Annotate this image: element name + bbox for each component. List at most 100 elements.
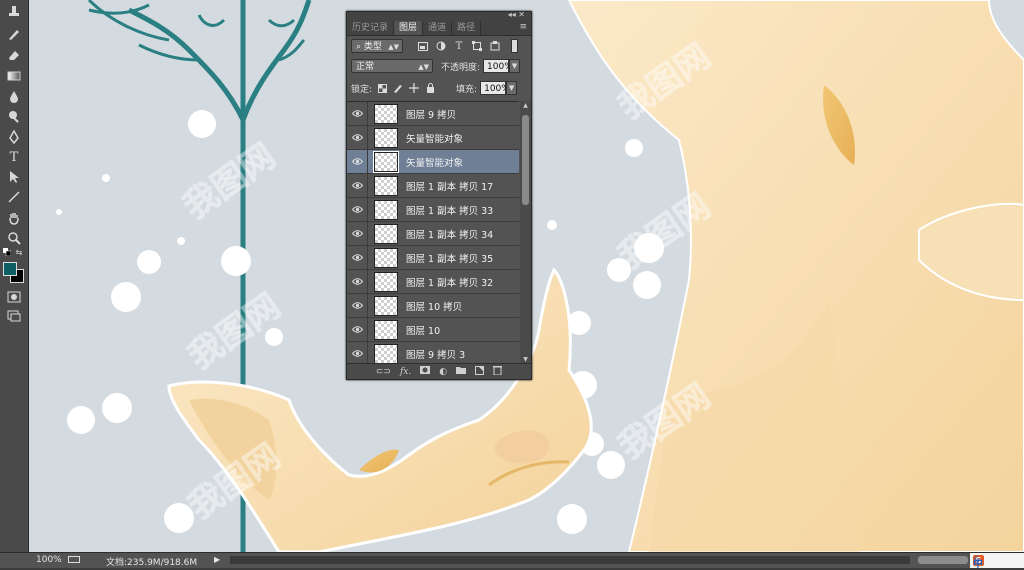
tab-paths[interactable]: 路径	[452, 21, 482, 35]
lock-transparency-icon[interactable]	[376, 82, 388, 94]
adjustment-filter-icon[interactable]	[435, 40, 447, 52]
visibility-eye-icon[interactable]	[347, 198, 368, 221]
layer-name[interactable]: 图层 10	[406, 323, 440, 337]
layer-thumbnail[interactable]	[374, 199, 398, 220]
visibility-eye-icon[interactable]	[347, 126, 368, 149]
trash-icon[interactable]	[493, 365, 503, 378]
fill-dropdown-button[interactable]: ▼	[506, 81, 518, 95]
gradient-icon[interactable]	[4, 67, 24, 85]
layer-row[interactable]: 图层 10 拷贝	[347, 294, 519, 318]
visibility-eye-icon[interactable]	[347, 246, 368, 269]
layer-row[interactable]: 图层 1 副本 拷贝 32	[347, 270, 519, 294]
stamp-tool-icon[interactable]	[4, 2, 24, 20]
hand-icon[interactable]	[4, 209, 24, 227]
tab-layers[interactable]: 图层	[394, 21, 424, 35]
visibility-eye-icon[interactable]	[347, 150, 368, 173]
layer-thumbnail[interactable]	[374, 295, 398, 316]
layer-name[interactable]: 图层 9 拷贝	[406, 107, 456, 121]
link-layers-icon[interactable]: ⊂⊃	[376, 367, 391, 377]
zoom-icon[interactable]	[4, 229, 24, 247]
layer-name[interactable]: 图层 1 副本 拷贝 35	[406, 251, 493, 265]
tab-channels[interactable]: 通道	[423, 21, 453, 35]
add-mask-icon[interactable]	[420, 366, 431, 377]
visibility-eye-icon[interactable]	[347, 174, 368, 197]
quick-mask-icon[interactable]	[4, 288, 24, 306]
layer-thumbnail[interactable]	[374, 223, 398, 244]
layer-thumbnail[interactable]	[374, 127, 398, 148]
blend-mode-select[interactable]: 正常 ▲▼	[351, 59, 433, 73]
opacity-dropdown-button[interactable]: ▼	[509, 59, 521, 73]
lock-all-icon[interactable]	[424, 82, 436, 94]
layer-thumbnail[interactable]	[374, 343, 398, 364]
layer-name[interactable]: 矢量智能对象	[406, 155, 463, 169]
type-icon[interactable]: T	[4, 148, 24, 166]
status-menu-arrow-icon[interactable]: ▶	[214, 555, 220, 564]
layer-row[interactable]: 图层 9 拷贝	[347, 102, 519, 126]
ime-indicator[interactable]: S 中 ☾	[970, 553, 1024, 570]
tab-history[interactable]: 历史记录	[347, 21, 395, 35]
type-filter-icon[interactable]: T	[453, 40, 465, 52]
screen-mode-icon[interactable]	[4, 307, 24, 325]
path-selection-icon[interactable]	[4, 168, 24, 186]
smart-object-filter-icon[interactable]	[489, 40, 501, 52]
layer-name[interactable]: 矢量智能对象	[406, 131, 463, 145]
eraser-icon[interactable]	[4, 46, 24, 64]
opacity-input[interactable]: 100%	[483, 59, 513, 73]
scrollbar-thumb[interactable]	[522, 115, 529, 205]
layer-thumbnail[interactable]	[374, 247, 398, 268]
layer-row[interactable]: 矢量智能对象	[347, 150, 519, 174]
layer-row[interactable]: 图层 10	[347, 318, 519, 342]
panel-titlebar[interactable]: ◂◂ ✕	[347, 10, 531, 21]
dodge-icon[interactable]	[4, 107, 24, 125]
layer-name[interactable]: 图层 1 副本 拷贝 17	[406, 179, 493, 193]
visibility-eye-icon[interactable]	[347, 270, 368, 293]
zoom-level[interactable]: 100%	[36, 555, 62, 565]
fill-input[interactable]: 100%	[480, 81, 510, 95]
layer-list-scrollbar[interactable]: ▲ ▼	[520, 101, 531, 365]
line-icon[interactable]	[4, 188, 24, 206]
layer-name[interactable]: 图层 1 副本 拷贝 34	[406, 227, 493, 241]
pen-icon[interactable]	[4, 128, 24, 146]
layer-thumbnail[interactable]	[374, 319, 398, 340]
layer-thumbnail[interactable]	[374, 175, 398, 196]
layer-name[interactable]: 图层 1 副本 拷贝 33	[406, 203, 493, 217]
horizontal-scrollbar-thumb[interactable]	[918, 556, 968, 564]
blend-mode-value: 正常	[356, 62, 375, 72]
visibility-eye-icon[interactable]	[347, 342, 368, 365]
filter-kind-select[interactable]: ⌕ 类型 ▲▼	[351, 39, 403, 53]
default-colors-icon[interactable]	[2, 247, 12, 257]
layer-name[interactable]: 图层 1 副本 拷贝 32	[406, 275, 493, 289]
new-layer-icon[interactable]	[475, 365, 485, 378]
pixel-filter-icon[interactable]	[417, 40, 429, 52]
layer-row[interactable]: 图层 1 副本 拷贝 33	[347, 198, 519, 222]
adjustment-layer-icon[interactable]: ◐	[439, 367, 447, 377]
shape-filter-icon[interactable]	[471, 40, 483, 52]
layer-row[interactable]: 矢量智能对象	[347, 126, 519, 150]
layer-thumbnail[interactable]	[374, 271, 398, 292]
layer-thumbnail[interactable]	[374, 103, 398, 124]
visibility-eye-icon[interactable]	[347, 294, 368, 317]
horizontal-scrollbar[interactable]	[230, 556, 910, 564]
layer-name[interactable]: 图层 10 拷贝	[406, 299, 462, 313]
visibility-eye-icon[interactable]	[347, 102, 368, 125]
filter-toggle-switch[interactable]	[511, 39, 518, 53]
swap-colors-icon[interactable]: ⇆	[14, 247, 24, 257]
fx-button[interactable]: fx.	[400, 367, 411, 377]
layer-row[interactable]: 图层 1 副本 拷贝 35	[347, 246, 519, 270]
layer-name[interactable]: 图层 9 拷贝 3	[406, 347, 465, 361]
scroll-up-icon[interactable]: ▲	[520, 101, 531, 111]
lock-pixels-icon[interactable]	[392, 82, 404, 94]
document-size: 文档:235.9M/918.6M	[106, 558, 198, 568]
foreground-color-swatch[interactable]	[3, 262, 17, 276]
new-group-icon[interactable]	[456, 366, 467, 377]
layer-thumbnail[interactable]	[373, 150, 399, 173]
collapse-icon[interactable]: ◂◂ ✕	[508, 10, 525, 19]
layer-row[interactable]: 图层 1 副本 拷贝 34	[347, 222, 519, 246]
visibility-eye-icon[interactable]	[347, 222, 368, 245]
visibility-eye-icon[interactable]	[347, 318, 368, 341]
lock-position-icon[interactable]	[408, 82, 420, 94]
layer-row[interactable]: 图层 1 副本 拷贝 17	[347, 174, 519, 198]
blur-icon[interactable]	[4, 88, 24, 106]
panel-menu-icon[interactable]: ≡	[519, 22, 527, 32]
history-brush-icon[interactable]	[4, 25, 24, 43]
